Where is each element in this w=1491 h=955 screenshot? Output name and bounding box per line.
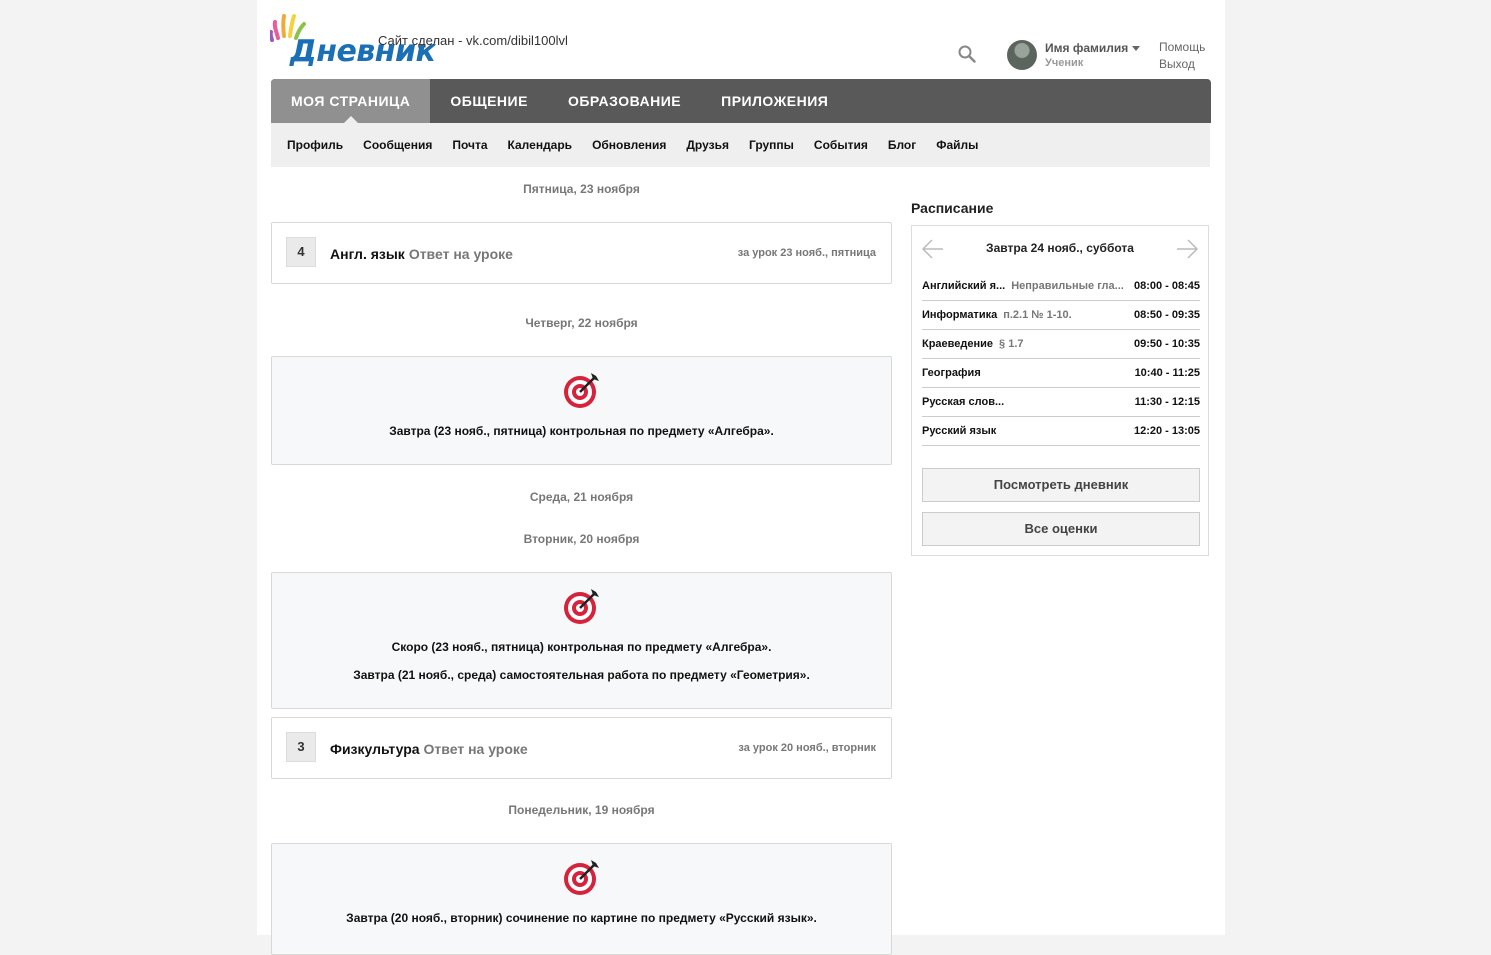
- event-text: Завтра (23 нояб., пятница) контрольная п…: [389, 424, 774, 438]
- subnav-friends[interactable]: Друзья: [676, 123, 739, 167]
- main-nav: МОЯ СТРАНИЦА ОБЩЕНИЕ ОБРАЗОВАНИЕ ПРИЛОЖЕ…: [271, 79, 1211, 123]
- lesson-homework: Неправильные гла...: [1011, 280, 1124, 292]
- lesson-subject: Информатика: [922, 309, 998, 321]
- sub-nav: Профиль Сообщения Почта Календарь Обновл…: [271, 123, 1210, 167]
- tab-apps[interactable]: ПРИЛОЖЕНИЯ: [701, 79, 848, 123]
- user-role: Ученик: [1045, 57, 1084, 69]
- event-card: Скоро (23 нояб., пятница) контрольная по…: [271, 572, 892, 709]
- schedule-title: Расписание: [911, 200, 994, 216]
- search-icon[interactable]: [958, 45, 976, 63]
- logout-link[interactable]: Выход: [1159, 57, 1195, 71]
- target-icon: [563, 373, 599, 408]
- user-name: Имя фамилия: [1045, 41, 1129, 55]
- arrow-right-icon[interactable]: [1174, 238, 1200, 260]
- site-credit: Сайт сделан - vk.com/dibil100lvl: [378, 33, 568, 48]
- event-card: Завтра (23 нояб., пятница) контрольная п…: [271, 356, 892, 465]
- lesson-homework: § 1.7: [999, 338, 1024, 350]
- lesson-time: 11:30 - 12:15: [1134, 396, 1200, 408]
- lesson-subject: Русский язык: [922, 425, 997, 437]
- date-heading: Четверг, 22 ноября: [525, 316, 638, 330]
- user-menu[interactable]: Имя фамилия: [1045, 41, 1141, 55]
- tab-my-page[interactable]: МОЯ СТРАНИЦА: [271, 79, 431, 123]
- mark-date: за урок 20 нояб., вторник: [738, 742, 876, 754]
- mark-subject-line: Физкультура Ответ на уроке: [330, 741, 528, 757]
- event-text: Скоро (23 нояб., пятница) контрольная по…: [391, 640, 772, 654]
- schedule-day: Завтра 24 нояб., суббота: [986, 241, 1134, 255]
- lesson-subject: Английский я...: [922, 280, 1006, 292]
- subnav-files[interactable]: Файлы: [926, 123, 988, 167]
- schedule-list: Английский я... Неправильные гла... 08:00 …: [922, 272, 1200, 446]
- mark-value: 3: [286, 732, 316, 762]
- schedule-row[interactable]: Краеведение § 1.7 09:50 - 10:35: [922, 330, 1200, 359]
- schedule-row[interactable]: Информатика п.2.1 № 1-10. 08:50 - 09:35: [922, 301, 1200, 330]
- subnav-events[interactable]: События: [804, 123, 878, 167]
- subnav-messages[interactable]: Сообщения: [353, 123, 442, 167]
- subnav-blog[interactable]: Блог: [878, 123, 926, 167]
- mark-type: Ответ на уроке: [408, 246, 513, 262]
- mark-date: за урок 23 нояб., пятница: [737, 247, 876, 259]
- subnav-calendar[interactable]: Календарь: [498, 123, 583, 167]
- mark-type: Ответ на уроке: [423, 741, 528, 757]
- help-link[interactable]: Помощь: [1159, 40, 1205, 54]
- avatar[interactable]: [1007, 40, 1037, 70]
- date-heading: Вторник, 20 ноября: [523, 532, 640, 546]
- subnav-groups[interactable]: Группы: [739, 123, 804, 167]
- event-card: Завтра (20 нояб., вторник) сочинение по …: [271, 843, 892, 955]
- lesson-subject: Краеведение: [922, 338, 994, 350]
- event-text: Завтра (21 нояб., среда) самостоятельная…: [353, 668, 810, 682]
- date-heading: Среда, 21 ноября: [529, 490, 634, 504]
- mark-card[interactable]: 4 Англ. язык Ответ на уроке за урок 23 но…: [271, 222, 892, 284]
- date-heading: Пятница, 23 ноября: [523, 182, 640, 196]
- lesson-time: 10:40 - 11:25: [1134, 367, 1200, 379]
- lesson-time: 08:00 - 08:45: [1133, 280, 1200, 292]
- mark-subject-line: Англ. язык Ответ на уроке: [330, 246, 513, 262]
- lesson-subject: География: [922, 367, 981, 379]
- all-marks-button[interactable]: Все оценки: [922, 512, 1200, 546]
- target-icon: [563, 589, 599, 624]
- schedule-row[interactable]: Русский язык 12:20 - 13:05: [922, 417, 1200, 446]
- mark-value: 4: [286, 237, 316, 267]
- mark-subject: Физкультура: [330, 741, 420, 757]
- date-heading: Понедельник, 19 ноября: [508, 803, 655, 817]
- lesson-time: 12:20 - 13:05: [1133, 425, 1200, 437]
- tab-education[interactable]: ОБРАЗОВАНИЕ: [548, 79, 701, 123]
- schedule-widget: Завтра 24 нояб., суббота Английский я...…: [911, 225, 1209, 556]
- schedule-row[interactable]: Русская слов... 11:30 - 12:15: [922, 388, 1200, 417]
- lesson-homework: п.2.1 № 1-10.: [1003, 309, 1072, 321]
- event-text: Завтра (20 нояб., вторник) сочинение по …: [346, 911, 817, 925]
- schedule-row[interactable]: Английский я... Неправильные гла... 08:00 …: [922, 272, 1200, 301]
- target-icon: [563, 860, 599, 895]
- lesson-time: 09:50 - 10:35: [1133, 338, 1200, 350]
- schedule-row[interactable]: География 10:40 - 11:25: [922, 359, 1200, 388]
- page: Дневник Сайт сделан - vk.com/dibil100lvl…: [257, 0, 1225, 955]
- lesson-subject: Русская слов...: [922, 396, 1005, 408]
- mark-card[interactable]: 3 Физкультура Ответ на уроке за урок 20 н…: [271, 717, 892, 779]
- subnav-mail[interactable]: Почта: [442, 123, 497, 167]
- chevron-down-icon: [1132, 46, 1141, 52]
- view-diary-button[interactable]: Посмотреть дневник: [922, 468, 1200, 502]
- subnav-updates[interactable]: Обновления: [582, 123, 676, 167]
- tab-communication[interactable]: ОБЩЕНИЕ: [430, 79, 548, 123]
- lesson-time: 08:50 - 09:35: [1133, 309, 1200, 321]
- mark-subject: Англ. язык: [330, 246, 405, 262]
- subnav-profile[interactable]: Профиль: [277, 123, 353, 167]
